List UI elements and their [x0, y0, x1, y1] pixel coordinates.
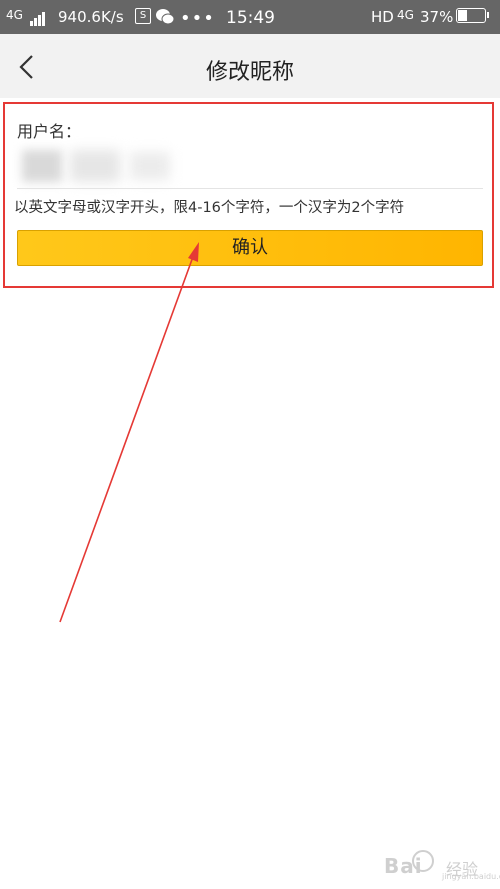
username-input[interactable] — [17, 146, 483, 186]
wechat-icon — [155, 8, 175, 30]
battery-icon — [456, 8, 489, 23]
baidu-watermark: Bai 经验 jingyan.baidu.com — [384, 848, 500, 882]
confirm-button[interactable]: 确认 — [17, 230, 483, 266]
username-label: 用户名： — [17, 122, 82, 141]
signal-icon — [30, 8, 46, 26]
input-underline — [17, 188, 483, 189]
network-type-2: 4G — [397, 8, 414, 22]
clock: 15:49 — [226, 8, 275, 28]
hd-indicator: HD — [371, 8, 394, 26]
nav-bar: 修改昵称 — [0, 34, 500, 98]
status-bar: 4G 940.6K/s S ••• 15:49 HD 4G 37% — [0, 0, 500, 34]
page-title: 修改昵称 — [205, 60, 294, 85]
hint-text: 以英文字母或汉字开头，限4-16个字符，一个汉字为2个字符 — [14, 200, 405, 216]
network-speed: 940.6K/s — [58, 8, 124, 26]
s-badge-icon: S — [135, 8, 151, 24]
network-type: 4G — [6, 8, 23, 22]
battery-percent: 37% — [420, 8, 454, 26]
more-notifications-icon: ••• — [180, 8, 215, 29]
watermark-sub: jingyan.baidu.com — [442, 872, 500, 881]
paw-icon — [412, 850, 434, 872]
